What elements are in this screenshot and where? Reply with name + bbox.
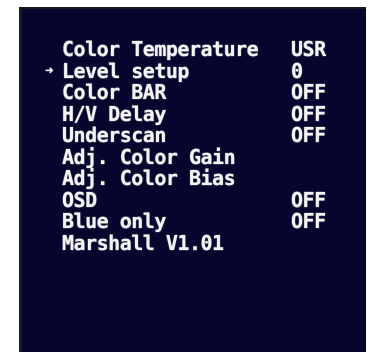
menu-item-label: Underscan	[62, 123, 166, 147]
menu-item-label: OSD	[62, 187, 97, 212]
menu-item-value: OFF	[291, 80, 326, 104]
menu-item-color-temperature[interactable]: Color Temperature USR	[38, 39, 358, 61]
menu-item-label: Adj. Color Bias	[62, 166, 236, 190]
menu-item-osd[interactable]: OSD OFF	[38, 187, 358, 212]
menu-item-label: Adj. Color Gain	[62, 144, 236, 169]
menu-item-blue-only[interactable]: Blue only OFF	[38, 211, 358, 233]
menu-item-value: OFF	[291, 187, 326, 212]
menu-item-value: USR	[291, 37, 326, 61]
menu-item-color-bar[interactable]: Color BAR OFF	[38, 82, 358, 104]
menu-item-value: OFF	[291, 209, 326, 233]
menu-item-adj-color-gain[interactable]: Adj. Color Gain	[38, 144, 358, 169]
menu-item-hv-delay[interactable]: H/V Delay OFF	[38, 101, 358, 126]
menu-item-adj-color-bias[interactable]: Adj. Color Bias	[38, 168, 358, 190]
menu-item-value: OFF	[291, 101, 326, 126]
menu-item-value: OFF	[291, 123, 326, 147]
menu-item-label: Color Temperature	[62, 37, 259, 61]
menu-item-label: Color BAR	[62, 80, 166, 104]
menu-item-level-setup[interactable]: ➜ Level setup 0	[38, 58, 358, 83]
menu-item-underscan[interactable]: Underscan OFF	[38, 125, 358, 147]
firmware-version: Marshall V1.01	[38, 230, 358, 255]
version-label: Marshall V1.01	[62, 230, 224, 255]
menu-item-label: Blue only	[62, 209, 166, 233]
monitor-frame: Color Temperature USR ➜ Level setup 0 Co…	[0, 0, 384, 352]
arrow-right-icon: ➜	[45, 62, 53, 79]
menu-item-label: Level setup	[62, 58, 189, 83]
menu-item-value: 0	[291, 58, 303, 83]
osd-menu: Color Temperature USR ➜ Level setup 0 Co…	[38, 39, 358, 254]
osd-screen: Color Temperature USR ➜ Level setup 0 Co…	[19, 7, 366, 352]
menu-item-label: H/V Delay	[62, 101, 166, 126]
